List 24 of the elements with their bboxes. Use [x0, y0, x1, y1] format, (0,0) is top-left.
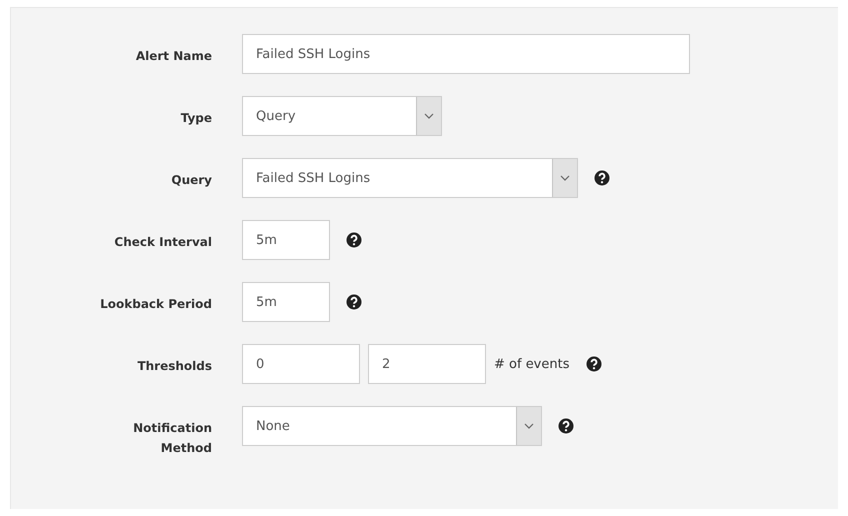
text-field[interactable]: 0 [242, 344, 360, 384]
chevron-down-icon [524, 423, 534, 429]
dropdown[interactable]: Query [242, 96, 442, 136]
help-icon[interactable] [558, 418, 574, 434]
text-field[interactable]: 5m [242, 220, 330, 260]
chevron-down-icon [560, 175, 570, 181]
field-label: Alert Name [134, 48, 212, 65]
unit-label: # of events [494, 356, 570, 372]
dropdown[interactable]: None [242, 406, 542, 446]
dropdown[interactable]: Failed SSH Logins [242, 158, 578, 198]
field-label: Check Interval [113, 234, 212, 251]
text-field[interactable]: 5m [242, 282, 330, 322]
chevron-down-icon [424, 113, 434, 119]
help-icon[interactable] [586, 356, 602, 372]
field-label: Lookback Period [99, 296, 212, 313]
help-icon[interactable] [594, 170, 610, 186]
help-icon[interactable] [346, 232, 362, 248]
field-label: Thresholds [136, 358, 212, 375]
help-icon[interactable] [346, 294, 362, 310]
text-field[interactable]: 2 [368, 344, 486, 384]
field-label: Notification Method [132, 420, 212, 457]
field-label: Type [180, 110, 212, 127]
text-field[interactable]: Failed SSH Logins [242, 34, 690, 74]
field-label: Query [170, 172, 212, 189]
